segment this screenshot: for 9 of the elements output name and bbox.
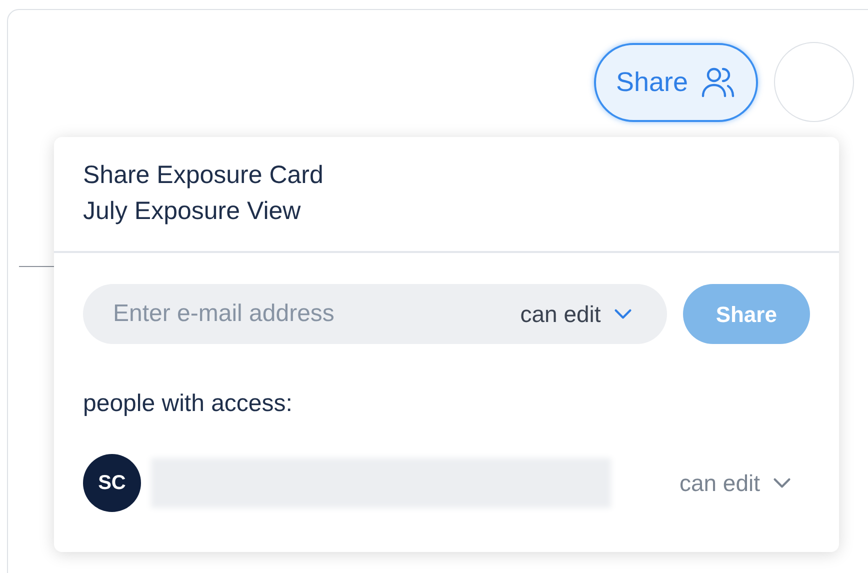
chevron-down-icon [772, 477, 792, 489]
permission-dropdown[interactable]: can edit [679, 466, 792, 500]
people-icon [700, 66, 736, 98]
dialog-title: Share Exposure Card [83, 160, 324, 191]
avatar: SC [83, 454, 141, 512]
chevron-down-icon [612, 308, 633, 320]
access-heading: people with access: [82, 389, 294, 419]
dialog-subtitle: July Exposure View [83, 196, 302, 227]
share-button[interactable]: Share [594, 42, 758, 122]
